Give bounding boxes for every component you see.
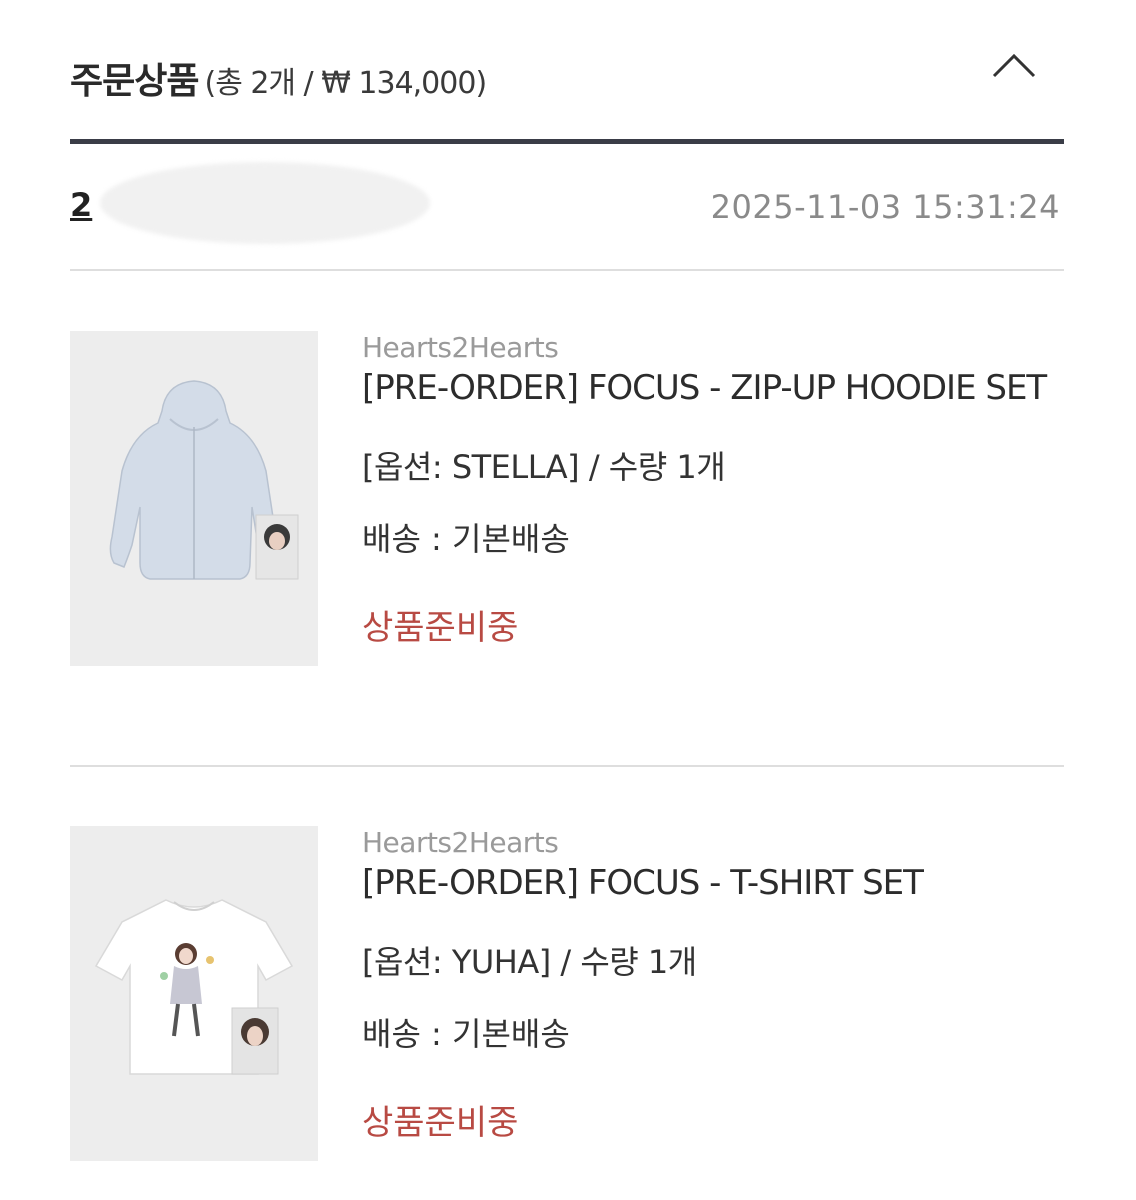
shipping-method: 배송 : 기본배송 bbox=[362, 1015, 570, 1053]
product-image[interactable] bbox=[70, 331, 318, 666]
order-item[interactable]: Hearts2Hearts [PRE-ORDER] FOCUS - T-SHIR… bbox=[70, 826, 1064, 1162]
hoodie-image bbox=[109, 380, 299, 580]
product-image[interactable] bbox=[70, 826, 318, 1161]
tshirt-image bbox=[94, 899, 294, 1075]
order-number-link[interactable]: 2 bbox=[70, 186, 92, 224]
section-title-text: 주문상품 bbox=[70, 61, 199, 102]
product-brand: Hearts2Hearts bbox=[362, 331, 559, 364]
divider bbox=[70, 765, 1064, 767]
product-info: Hearts2Hearts [PRE-ORDER] FOCUS - T-SHIR… bbox=[362, 826, 924, 1144]
order-item[interactable]: Hearts2Hearts [PRE-ORDER] FOCUS - ZIP-UP… bbox=[70, 331, 1064, 667]
order-items-header: 주문상품 (총 2개 / ₩ 134,000) bbox=[70, 48, 1064, 108]
order-date: 2025-11-03 15:31:24 bbox=[710, 188, 1060, 226]
order-info-row: 2 2025-11-03 15:31:24 bbox=[70, 162, 1064, 244]
product-name[interactable]: [PRE-ORDER] FOCUS - T-SHIRT SET bbox=[362, 863, 924, 903]
order-summary: (총 2개 / ₩ 134,000) bbox=[204, 66, 487, 101]
section-title: 주문상품 (총 2개 / ₩ 134,000) bbox=[70, 52, 487, 104]
product-option: [옵션: YUHA] / 수량 1개 bbox=[362, 943, 697, 981]
product-name[interactable]: [PRE-ORDER] FOCUS - ZIP-UP HOODIE SET bbox=[362, 368, 1047, 408]
product-brand: Hearts2Hearts bbox=[362, 826, 559, 859]
redaction-mask bbox=[100, 162, 430, 244]
header-divider bbox=[70, 139, 1064, 144]
shipping-method: 배송 : 기본배송 bbox=[362, 520, 570, 558]
order-status: 상품준비중 bbox=[362, 1103, 519, 1143]
product-info: Hearts2Hearts [PRE-ORDER] FOCUS - ZIP-UP… bbox=[362, 331, 1047, 649]
product-option: [옵션: STELLA] / 수량 1개 bbox=[362, 448, 726, 486]
chevron-up-icon[interactable] bbox=[990, 48, 1038, 88]
divider bbox=[70, 269, 1064, 271]
order-status: 상품준비중 bbox=[362, 608, 519, 648]
